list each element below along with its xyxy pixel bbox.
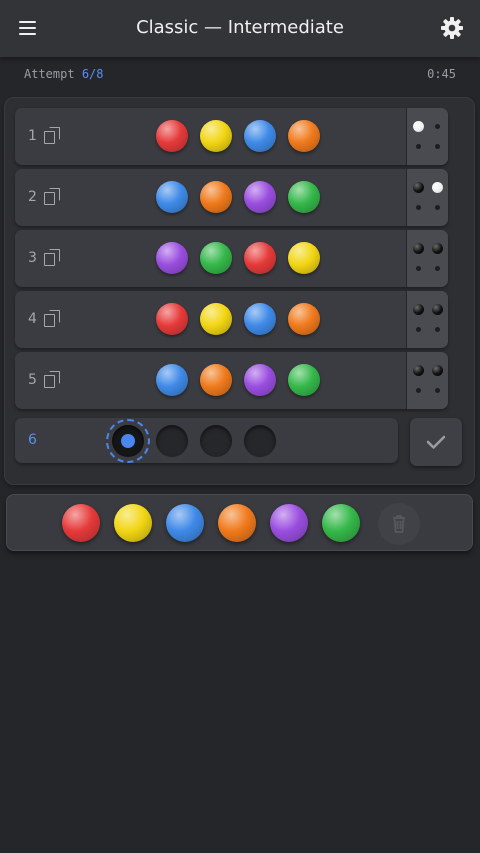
feedback-peg-empty — [434, 326, 440, 332]
feedback-peg-empty — [434, 265, 440, 271]
feedback-peg-black — [431, 242, 443, 254]
feedback-panel — [406, 291, 448, 348]
attempt-counter: Attempt 6/8 — [24, 67, 104, 81]
guess-peg-purple — [244, 181, 276, 213]
feedback-peg-empty — [415, 326, 421, 332]
checkmark-icon — [426, 435, 446, 449]
selected-peg-slot[interactable] — [106, 419, 150, 463]
row-number: 3 — [28, 250, 37, 266]
attempt-label: Attempt — [24, 67, 75, 81]
clear-button[interactable] — [378, 503, 420, 545]
copy-icon[interactable] — [44, 188, 62, 206]
guess-peg-blue — [156, 181, 188, 213]
guess-row: 3 — [15, 230, 448, 287]
page-title: Classic — Intermediate — [136, 17, 344, 38]
game-board: 6 1 2 3 4 5 — [4, 97, 475, 485]
palette-red-peg[interactable] — [62, 504, 100, 542]
guess-peg-orange — [288, 303, 320, 335]
settings-button[interactable] — [436, 12, 468, 44]
guess-peg-yellow — [200, 303, 232, 335]
feedback-peg-empty — [434, 387, 440, 393]
copy-icon[interactable] — [44, 310, 62, 328]
feedback-peg-black — [412, 242, 424, 254]
row-number: 1 — [28, 128, 37, 144]
status-bar: Attempt 6/8 0:45 — [0, 57, 480, 93]
guess-peg-yellow — [200, 120, 232, 152]
guess-row: 4 — [15, 291, 448, 348]
feedback-peg-white — [412, 120, 424, 132]
guess-peg-green — [288, 181, 320, 213]
timer: 0:45 — [427, 67, 456, 81]
feedback-peg-empty — [434, 204, 440, 210]
guess-peg-purple — [244, 364, 276, 396]
copy-icon[interactable] — [44, 371, 62, 389]
feedback-panel — [406, 352, 448, 409]
feedback-peg-empty — [415, 265, 421, 271]
guess-peg-red — [156, 303, 188, 335]
feedback-peg-empty — [434, 143, 440, 149]
feedback-peg-empty — [415, 204, 421, 210]
feedback-peg-black — [412, 364, 424, 376]
guess-peg-green — [288, 364, 320, 396]
row-number: 2 — [28, 189, 37, 205]
guess-peg-blue — [244, 120, 276, 152]
palette-yellow-peg[interactable] — [114, 504, 152, 542]
copy-icon[interactable] — [44, 127, 62, 145]
guess-row: 2 — [15, 169, 448, 226]
empty-peg-slot[interactable] — [156, 425, 188, 457]
row-number: 5 — [28, 372, 37, 388]
guess-peg-orange — [200, 181, 232, 213]
guess-row: 1 — [15, 108, 448, 165]
palette-green-peg[interactable] — [322, 504, 360, 542]
feedback-peg-black — [412, 303, 424, 315]
color-palette — [6, 494, 473, 551]
row-number: 4 — [28, 311, 37, 327]
submit-guess-button[interactable] — [410, 418, 462, 466]
palette-orange-peg[interactable] — [218, 504, 256, 542]
gear-icon — [441, 17, 463, 39]
guess-peg-purple — [156, 242, 188, 274]
guess-peg-orange — [288, 120, 320, 152]
palette-blue-peg[interactable] — [166, 504, 204, 542]
trash-icon — [393, 515, 405, 533]
row-number: 6 — [28, 432, 37, 448]
palette-purple-peg[interactable] — [270, 504, 308, 542]
empty-peg-slot[interactable] — [244, 425, 276, 457]
selection-dot — [121, 434, 135, 448]
feedback-panel — [406, 230, 448, 287]
attempt-value: 6/8 — [81, 67, 104, 81]
guess-peg-green — [200, 242, 232, 274]
feedback-peg-black — [431, 364, 443, 376]
guess-row: 5 — [15, 352, 448, 409]
empty-peg-slot[interactable] — [200, 425, 232, 457]
guess-peg-red — [156, 120, 188, 152]
guess-peg-blue — [156, 364, 188, 396]
guess-peg-blue — [244, 303, 276, 335]
feedback-peg-black — [412, 181, 424, 193]
feedback-peg-black — [431, 303, 443, 315]
feedback-panel — [406, 108, 448, 165]
feedback-peg-white — [431, 181, 443, 193]
feedback-peg-empty — [415, 387, 421, 393]
app-bar: Classic — Intermediate — [0, 0, 480, 57]
feedback-panel — [406, 169, 448, 226]
guess-peg-yellow — [288, 242, 320, 274]
feedback-peg-empty — [434, 123, 440, 129]
guess-peg-orange — [200, 364, 232, 396]
active-guess-row: 6 — [15, 418, 398, 463]
copy-icon[interactable] — [44, 249, 62, 267]
feedback-peg-empty — [415, 143, 421, 149]
guess-peg-red — [244, 242, 276, 274]
